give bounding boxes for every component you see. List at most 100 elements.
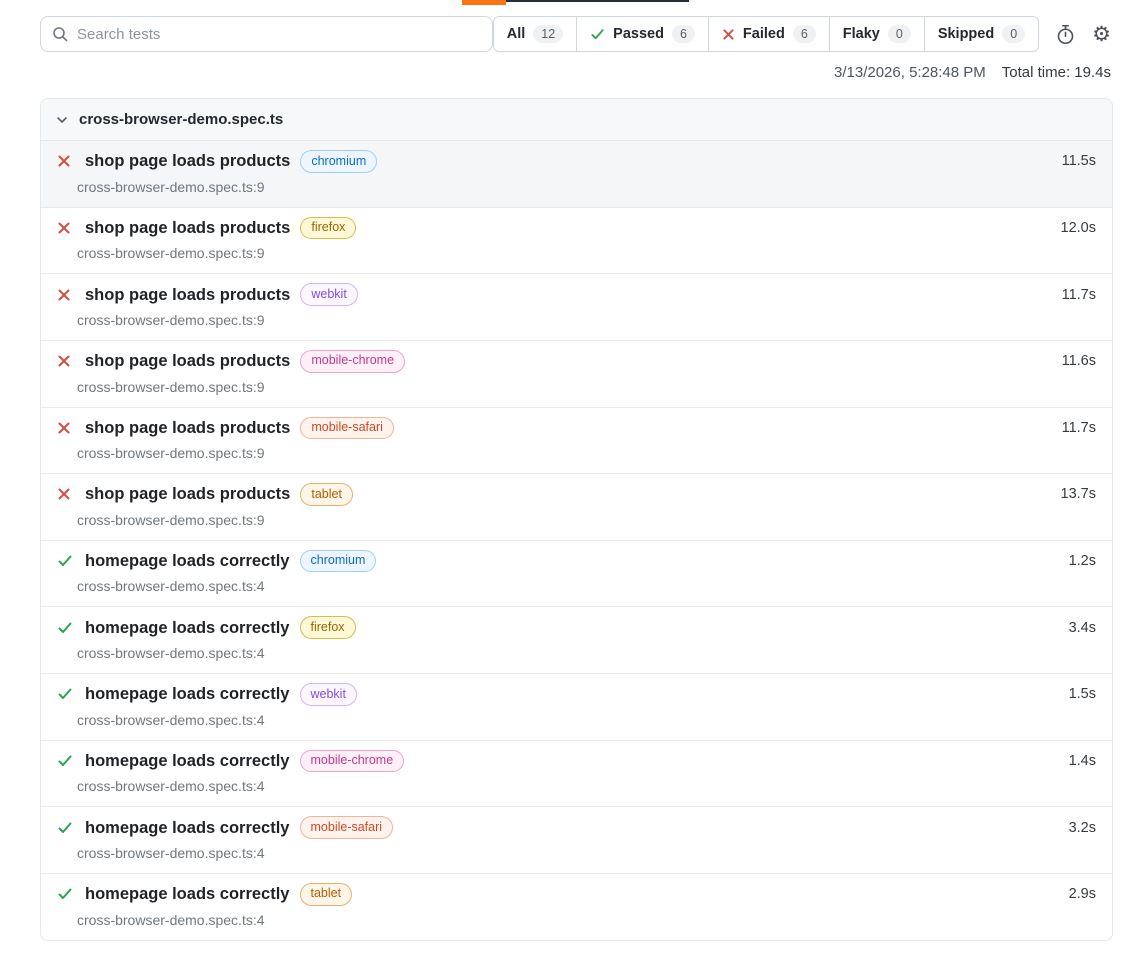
test-row[interactable]: shop page loads products webkit 11.7s cr… [41,274,1112,341]
test-location: cross-browser-demo.spec.ts:9 [77,445,1096,462]
test-location: cross-browser-demo.spec.ts:9 [77,245,1096,262]
test-title: homepage loads correctly [85,817,290,839]
failed-cross-icon [57,421,77,435]
passed-check-icon [57,753,77,769]
failed-cross-icon [57,154,77,168]
test-location: cross-browser-demo.spec.ts:9 [77,312,1096,329]
filter-chip-flaky[interactable]: Flaky 0 [829,16,925,52]
filter-label: Skipped [938,26,994,42]
settings-button[interactable]: ⚙ [1092,24,1111,45]
passed-check-icon [57,820,77,836]
test-duration: 3.2s [1069,817,1096,839]
test-title: homepage loads correctly [85,883,290,905]
failed-cross-icon [57,288,77,302]
project-badge: mobile-safari [300,816,394,839]
filter-chip-failed[interactable]: Failed 6 [708,16,830,52]
test-location: cross-browser-demo.spec.ts:4 [77,912,1096,929]
test-location: cross-browser-demo.spec.ts:4 [77,645,1096,662]
test-duration: 11.5s [1062,150,1096,172]
passed-check-icon [57,686,77,702]
test-rows-container: shop page loads products chromium 11.5s … [41,141,1112,940]
meta-row: 3/13/2026, 5:28:48 PMTotal time: 19.4s [0,52,1141,81]
passed-check-icon [57,886,77,902]
passed-check-icon [57,620,77,636]
test-row[interactable]: shop page loads products firefox 12.0s c… [41,208,1112,275]
filter-chip-skipped[interactable]: Skipped 0 [924,16,1039,52]
project-badge: mobile-chrome [300,750,405,773]
test-duration: 2.9s [1069,883,1096,905]
test-location: cross-browser-demo.spec.ts:4 [77,845,1096,862]
test-duration: 1.2s [1069,550,1096,572]
test-title: shop page loads products [85,150,290,172]
test-row[interactable]: homepage loads correctly chromium 1.2s c… [41,541,1112,608]
test-row[interactable]: homepage loads correctly tablet 2.9s cro… [41,874,1112,940]
test-location: cross-browser-demo.spec.ts:9 [77,379,1096,396]
filter-count: 6 [793,25,816,43]
project-badge: mobile-chrome [300,350,405,373]
test-row[interactable]: shop page loads products mobile-safari 1… [41,408,1112,475]
test-title: homepage loads correctly [85,750,290,772]
timer-button[interactable] [1055,24,1076,45]
search-icon [52,26,68,42]
test-row[interactable]: homepage loads correctly mobile-safari 3… [41,807,1112,874]
passed-check-icon [57,553,77,569]
filter-count: 6 [672,25,695,43]
project-badge: mobile-safari [300,417,394,440]
gear-icon: ⚙ [1092,24,1111,45]
project-badge: firefox [300,616,356,639]
test-duration: 3.4s [1069,617,1096,639]
filter-chip-passed[interactable]: Passed 6 [576,16,709,52]
test-row[interactable]: homepage loads correctly mobile-chrome 1… [41,741,1112,808]
test-row-main: homepage loads correctly mobile-chrome 1… [57,750,1096,773]
test-row[interactable]: shop page loads products mobile-chrome 1… [41,341,1112,408]
filter-label: All [507,26,526,42]
filter-group: All 12 Passed 6 Failed 6 Flaky 0 Skipped… [493,16,1039,52]
file-group-header[interactable]: cross-browser-demo.spec.ts [41,99,1112,141]
project-badge: chromium [300,550,377,573]
test-title: homepage loads correctly [85,617,290,639]
filter-label: Passed [613,26,664,42]
test-location: cross-browser-demo.spec.ts:9 [77,512,1096,529]
project-badge: webkit [300,283,357,306]
filter-count: 0 [1002,25,1025,43]
test-list: cross-browser-demo.spec.ts shop page loa… [40,98,1113,941]
test-row-main: shop page loads products tablet 13.7s [57,483,1096,506]
test-duration: 11.6s [1062,350,1096,372]
total-time: Total time: 19.4s [1002,64,1111,81]
search-input[interactable] [77,26,481,43]
search-box[interactable] [40,16,493,52]
test-row[interactable]: homepage loads correctly firefox 3.4s cr… [41,607,1112,674]
test-duration: 12.0s [1061,217,1096,239]
test-title: shop page loads products [85,350,290,372]
test-duration: 11.7s [1062,284,1096,306]
test-row-main: homepage loads correctly chromium 1.2s [57,550,1096,573]
stopwatch-icon [1055,24,1076,45]
check-icon [590,27,605,42]
test-title: shop page loads products [85,217,290,239]
cross-icon [722,28,735,41]
test-duration: 1.5s [1069,683,1096,705]
chevron-down-icon [56,114,68,126]
filter-count: 0 [888,25,911,43]
test-row[interactable]: homepage loads correctly webkit 1.5s cro… [41,674,1112,741]
project-badge: webkit [300,683,357,706]
test-duration: 1.4s [1069,750,1096,772]
filter-label: Failed [743,26,785,42]
test-row-main: shop page loads products mobile-safari 1… [57,417,1096,440]
test-row-main: shop page loads products webkit 11.7s [57,283,1096,306]
project-badge: tablet [300,483,353,506]
test-row-main: shop page loads products firefox 12.0s [57,217,1096,240]
test-row[interactable]: shop page loads products tablet 13.7s cr… [41,474,1112,541]
filter-chip-all[interactable]: All 12 [493,16,577,52]
test-row-main: shop page loads products mobile-chrome 1… [57,350,1096,373]
test-location: cross-browser-demo.spec.ts:4 [77,778,1096,795]
failed-cross-icon [57,487,77,501]
test-title: shop page loads products [85,483,290,505]
project-badge: tablet [300,883,353,906]
test-title: shop page loads products [85,417,290,439]
test-location: cross-browser-demo.spec.ts:4 [77,712,1096,729]
test-title: homepage loads correctly [85,683,290,705]
test-row[interactable]: shop page loads products chromium 11.5s … [41,141,1112,208]
test-row-main: homepage loads correctly tablet 2.9s [57,883,1096,906]
test-row-main: homepage loads correctly webkit 1.5s [57,683,1096,706]
